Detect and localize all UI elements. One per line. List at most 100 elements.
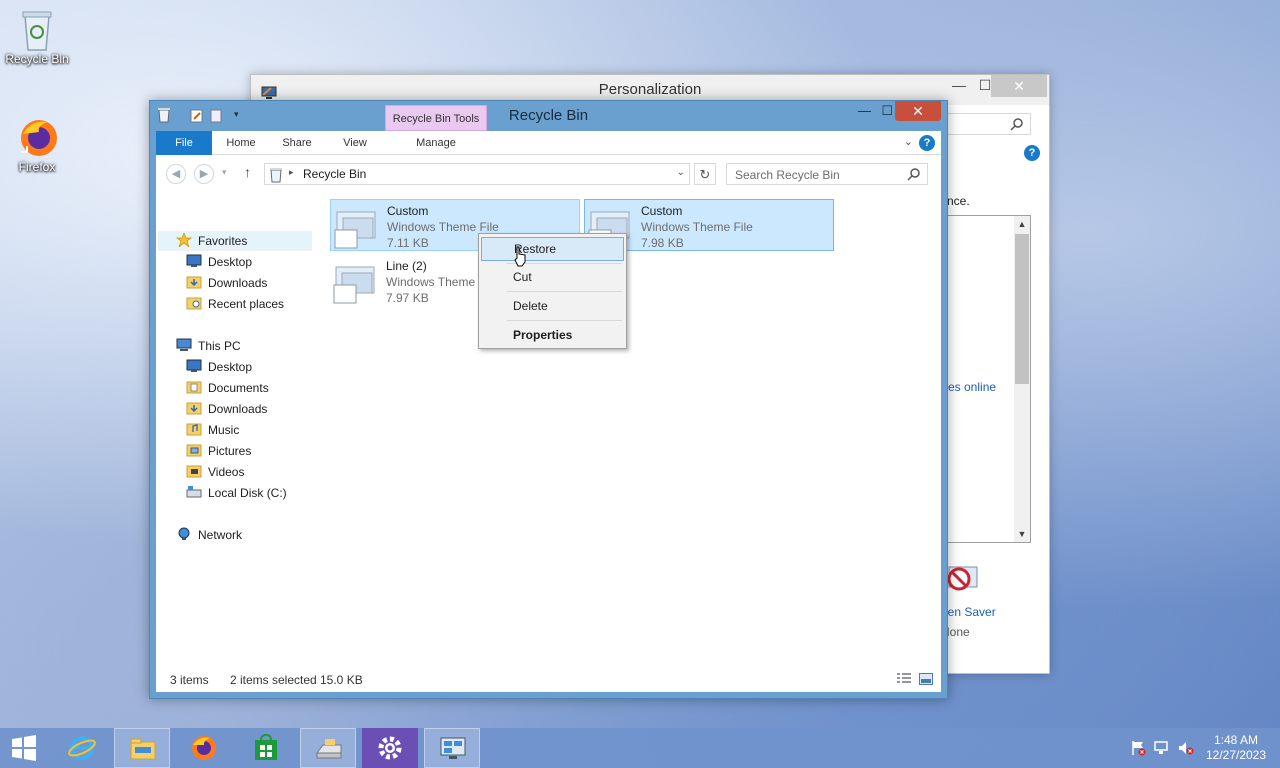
menu-separator bbox=[507, 291, 622, 292]
nav-pc-documents[interactable]: Documents bbox=[186, 378, 269, 398]
file-explorer-icon bbox=[130, 738, 156, 760]
selected-size: 15.0 KB bbox=[320, 673, 363, 687]
scrollbar[interactable]: ▲ ▼ bbox=[1014, 216, 1030, 542]
tab-file[interactable]: File bbox=[156, 131, 212, 155]
action-center-flag-icon[interactable] bbox=[1130, 740, 1146, 768]
partial-description: nce. bbox=[947, 194, 970, 208]
menu-item-properties[interactable]: Properties bbox=[481, 323, 624, 347]
tab-home[interactable]: Home bbox=[220, 131, 262, 155]
close-button[interactable]: ✕ bbox=[991, 75, 1047, 97]
desktop-icon-label: Recycle Bin bbox=[5, 52, 69, 66]
maximize-button[interactable]: ☐ bbox=[881, 103, 893, 119]
system-clock[interactable]: 1:48 AM 12/27/2023 bbox=[1200, 733, 1272, 763]
taskbar-internet-explorer[interactable] bbox=[54, 728, 110, 768]
downloads-folder-icon bbox=[186, 401, 202, 415]
nav-pc-local-disk[interactable]: Local Disk (C:) bbox=[186, 483, 287, 503]
help-icon[interactable]: ? bbox=[1024, 145, 1040, 161]
file-type: Windows Theme File bbox=[387, 220, 499, 234]
file-name: Line (2) bbox=[386, 259, 427, 273]
personalization-app-icon bbox=[261, 81, 277, 99]
up-arrow-icon[interactable]: ↑ bbox=[244, 164, 251, 180]
store-icon bbox=[255, 734, 277, 760]
menu-item-cut[interactable]: Cut bbox=[481, 265, 624, 289]
breadcrumb-chevron-icon[interactable]: ▸ bbox=[289, 167, 294, 178]
menu-item-restore[interactable]: Restore bbox=[481, 237, 624, 261]
tab-share[interactable]: Share bbox=[276, 131, 318, 155]
tab-manage[interactable]: Manage bbox=[386, 131, 486, 155]
menu-item-delete[interactable]: Delete bbox=[481, 294, 624, 318]
firefox-icon bbox=[17, 116, 57, 156]
drive-stack-icon bbox=[316, 739, 342, 759]
file-type: Windows Theme bbox=[386, 275, 476, 289]
taskbar: 1:48 AM 12/27/2023 bbox=[0, 728, 1280, 768]
menu-separator bbox=[507, 320, 622, 321]
file-name: Custom bbox=[387, 204, 429, 218]
address-bar[interactable]: ▸ Recycle Bin ⌄ bbox=[264, 163, 690, 185]
taskbar-personalization[interactable] bbox=[424, 728, 480, 768]
desktop-icon bbox=[186, 254, 202, 268]
nav-pc-pictures[interactable]: Pictures bbox=[186, 441, 251, 461]
nav-this-pc[interactable]: This PC bbox=[176, 336, 241, 356]
nav-network[interactable]: Network bbox=[176, 525, 242, 545]
taskbar-recycle-app[interactable] bbox=[300, 728, 356, 768]
nav-fav-desktop[interactable]: Desktop bbox=[186, 252, 252, 272]
start-button[interactable] bbox=[0, 728, 50, 768]
back-button[interactable]: ◀ bbox=[166, 164, 186, 184]
minimize-button[interactable]: — bbox=[858, 103, 871, 118]
nav-fav-recent-places[interactable]: Recent places bbox=[186, 294, 284, 314]
help-icon[interactable]: ? bbox=[919, 135, 935, 151]
documents-folder-icon bbox=[186, 380, 202, 394]
taskbar-file-explorer[interactable] bbox=[114, 728, 170, 768]
volume-muted-icon[interactable] bbox=[1178, 740, 1194, 768]
navigation-pane: Favorites Desktop Downloads Recent place… bbox=[156, 191, 316, 668]
drive-icon bbox=[186, 485, 202, 499]
scroll-thumb[interactable] bbox=[1015, 234, 1029, 384]
desktop-icon-firefox[interactable]: Firefox bbox=[1, 116, 73, 174]
search-box[interactable] bbox=[947, 113, 1031, 135]
recent-locations-icon[interactable]: ▾ bbox=[222, 167, 227, 178]
address-row: ◀ ▶ ▾ ↑ ▸ Recycle Bin ⌄ ↻ Search Recycle… bbox=[156, 155, 941, 191]
search-icon bbox=[907, 167, 921, 184]
tab-view[interactable]: View bbox=[334, 131, 376, 155]
expand-ribbon-icon[interactable]: ⌄ bbox=[904, 135, 913, 148]
taskbar-firefox[interactable] bbox=[176, 728, 232, 768]
nav-favorites[interactable]: Favorites bbox=[175, 231, 247, 251]
nav-pc-music[interactable]: Music bbox=[186, 420, 239, 440]
large-icons-view-icon[interactable] bbox=[919, 673, 933, 688]
nav-pc-downloads[interactable]: Downloads bbox=[186, 399, 267, 419]
file-size: 7.97 KB bbox=[386, 291, 429, 305]
desktop-icon-label: Firefox bbox=[18, 160, 56, 174]
themes-online-link[interactable]: es online bbox=[948, 380, 996, 394]
search-input[interactable]: Search Recycle Bin bbox=[726, 163, 928, 185]
nav-pc-videos[interactable]: Videos bbox=[186, 462, 244, 482]
refresh-icon[interactable]: ↻ bbox=[694, 163, 716, 185]
theme-file-icon bbox=[333, 210, 379, 250]
windows-logo-icon bbox=[12, 735, 36, 761]
address-dropdown-icon[interactable]: ⌄ bbox=[677, 167, 685, 178]
breadcrumb[interactable]: Recycle Bin bbox=[303, 167, 366, 181]
music-folder-icon bbox=[186, 422, 202, 436]
nav-fav-downloads[interactable]: Downloads bbox=[186, 273, 267, 293]
screen-saver-setting[interactable]: een Saver None bbox=[941, 561, 1037, 651]
details-view-icon[interactable] bbox=[897, 673, 911, 688]
nav-pc-desktop[interactable]: Desktop bbox=[186, 357, 252, 377]
gear-icon bbox=[378, 736, 402, 760]
clock-time: 1:48 AM bbox=[1213, 733, 1259, 747]
context-menu: Restore Cut Delete Properties bbox=[478, 233, 627, 349]
theme-file-icon bbox=[332, 265, 378, 305]
network-status-icon[interactable] bbox=[1154, 740, 1170, 768]
close-button[interactable]: ✕ bbox=[895, 101, 941, 121]
taskbar-settings[interactable] bbox=[362, 728, 418, 768]
screen-saver-icon bbox=[945, 561, 981, 600]
mouse-cursor-icon bbox=[513, 246, 527, 271]
item-count: 3 items bbox=[170, 673, 209, 687]
taskbar-store[interactable] bbox=[238, 728, 294, 768]
scroll-up-icon[interactable]: ▲ bbox=[1014, 216, 1030, 232]
recent-places-icon bbox=[186, 296, 202, 310]
minimize-button[interactable]: — bbox=[945, 75, 973, 97]
desktop-icon bbox=[186, 359, 202, 373]
scroll-down-icon[interactable]: ▼ bbox=[1014, 526, 1030, 542]
desktop-icon-recycle-bin[interactable]: Recycle Bin bbox=[1, 8, 73, 66]
search-placeholder: Search Recycle Bin bbox=[735, 168, 840, 182]
forward-button[interactable]: ▶ bbox=[194, 164, 214, 184]
